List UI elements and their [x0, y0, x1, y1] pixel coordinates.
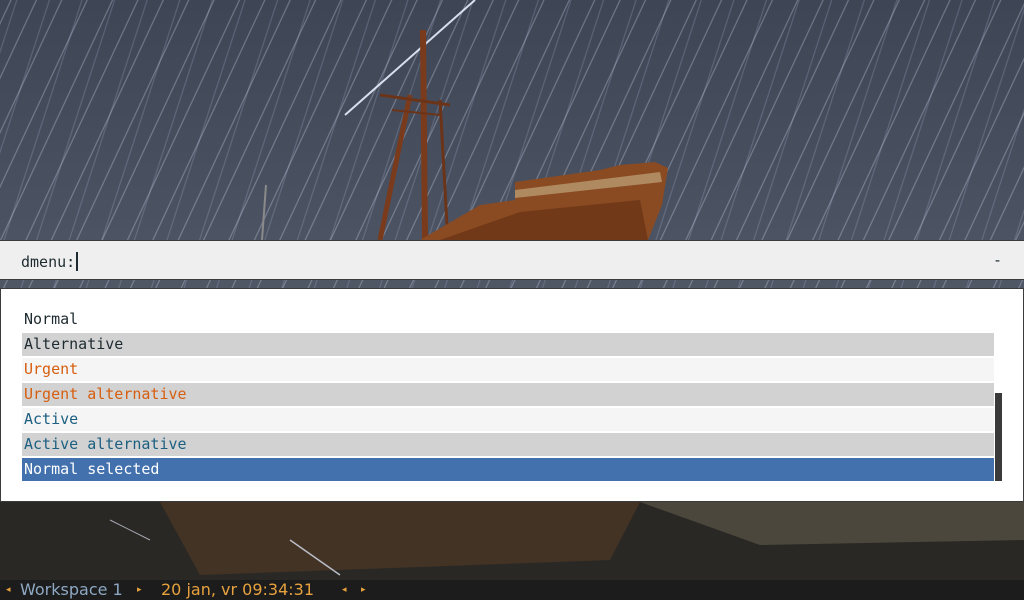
dmenu-prompt[interactable]: dmenu:: [21, 252, 78, 271]
next-mode-arrow[interactable]: ▸: [361, 580, 366, 600]
entry-normal[interactable]: Normal: [22, 308, 994, 331]
dmenu-input-bar[interactable]: dmenu: -: [0, 240, 1024, 280]
entry-urgent[interactable]: Urgent: [22, 358, 994, 381]
entry-active-alternative[interactable]: Active alternative: [22, 433, 994, 456]
case-indicator: -: [992, 251, 1002, 269]
next-workspace-arrow[interactable]: ▸: [137, 580, 142, 600]
prev-workspace-arrow[interactable]: ◂: [6, 580, 11, 600]
text-cursor: [76, 252, 78, 271]
prompt-label: dmenu:: [21, 253, 76, 271]
dmenu-list: Normal Alternative Urgent Urgent alterna…: [0, 288, 1024, 502]
workspace-label[interactable]: Workspace 1: [20, 580, 123, 600]
entry-alternative[interactable]: Alternative: [22, 333, 994, 356]
entry-active[interactable]: Active: [22, 408, 994, 431]
entry-urgent-alternative[interactable]: Urgent alternative: [22, 383, 994, 406]
entry-normal-selected[interactable]: Normal selected: [22, 458, 994, 481]
status-bar: ◂ Workspace 1 ▸ 20 jan, vr 09:34:31 ◂ ▸: [0, 580, 1024, 600]
prev-mode-arrow[interactable]: ◂: [342, 580, 347, 600]
list-scrollbar[interactable]: [995, 393, 1002, 481]
clock: 20 jan, vr 09:34:31: [161, 580, 314, 599]
